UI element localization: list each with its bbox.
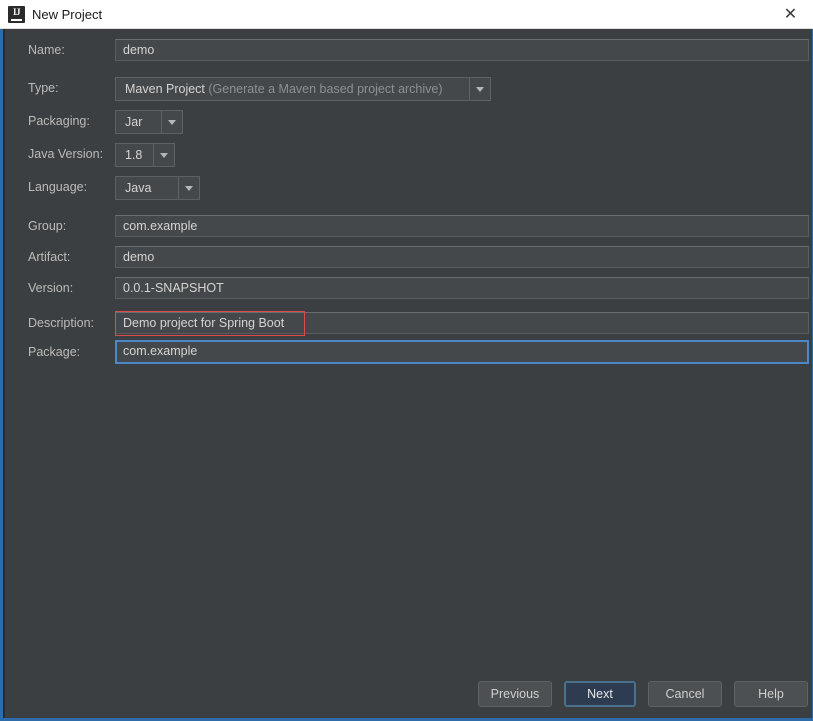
chevron-down-icon[interactable]	[153, 144, 174, 166]
label-java-version: Java Version:	[28, 147, 104, 161]
group-input-value: com.example	[123, 219, 198, 233]
group-input[interactable]: com.example	[115, 215, 809, 237]
help-button[interactable]: Help	[734, 681, 808, 707]
artifact-input[interactable]: demo	[115, 246, 809, 268]
label-language: Language:	[28, 180, 88, 194]
label-name: Name:	[28, 43, 65, 57]
label-group: Group:	[28, 219, 67, 233]
cancel-button[interactable]: Cancel	[648, 681, 722, 707]
language-combobox-value: Java	[125, 181, 152, 195]
title-bar: IJ New Project ✕	[0, 0, 813, 29]
label-description: Description:	[28, 316, 94, 330]
artifact-input-value: demo	[123, 250, 155, 264]
name-input[interactable]: demo	[115, 39, 809, 61]
close-icon[interactable]: ✕	[768, 0, 813, 28]
packaging-combobox[interactable]: Jar	[115, 110, 183, 134]
chevron-down-icon[interactable]	[161, 111, 182, 133]
packaging-combobox-value: Jar	[125, 115, 143, 129]
version-input-value: 0.0.1-SNAPSHOT	[123, 281, 224, 295]
label-package: Package:	[28, 345, 81, 359]
type-combobox-value: Maven Project (Generate a Maven based pr…	[125, 82, 443, 96]
next-button[interactable]: Next	[564, 681, 636, 707]
window-title: New Project	[32, 7, 103, 22]
new-project-dialog: IJ New Project ✕ Name: demo Type: Maven …	[0, 0, 813, 721]
dialog-content: Name: demo Type: Maven Project (Generate…	[0, 29, 813, 721]
label-version: Version:	[28, 281, 74, 295]
chevron-down-icon[interactable]	[469, 78, 490, 100]
type-combobox[interactable]: Maven Project (Generate a Maven based pr…	[115, 77, 491, 101]
description-input-value: Demo project for Spring Boot	[123, 316, 285, 330]
version-input[interactable]: 0.0.1-SNAPSHOT	[115, 277, 809, 299]
chevron-down-icon[interactable]	[178, 177, 199, 199]
label-type: Type:	[28, 81, 59, 95]
dialog-inner-panel: Name: demo Type: Maven Project (Generate…	[3, 29, 812, 718]
package-input-value: com.example	[123, 344, 198, 358]
language-combobox[interactable]: Java	[115, 176, 200, 200]
package-input[interactable]: com.example	[115, 340, 809, 364]
label-artifact: Artifact:	[28, 250, 71, 264]
description-input[interactable]: Demo project for Spring Boot	[115, 312, 809, 334]
type-combobox-hint: (Generate a Maven based project archive)	[204, 82, 443, 96]
java-version-combobox[interactable]: 1.8	[115, 143, 175, 167]
name-input-value: demo	[123, 43, 155, 57]
java-version-combobox-value: 1.8	[125, 148, 143, 162]
intellij-idea-icon: IJ	[8, 6, 25, 23]
label-packaging: Packaging:	[28, 114, 90, 128]
previous-button[interactable]: Previous	[478, 681, 552, 707]
